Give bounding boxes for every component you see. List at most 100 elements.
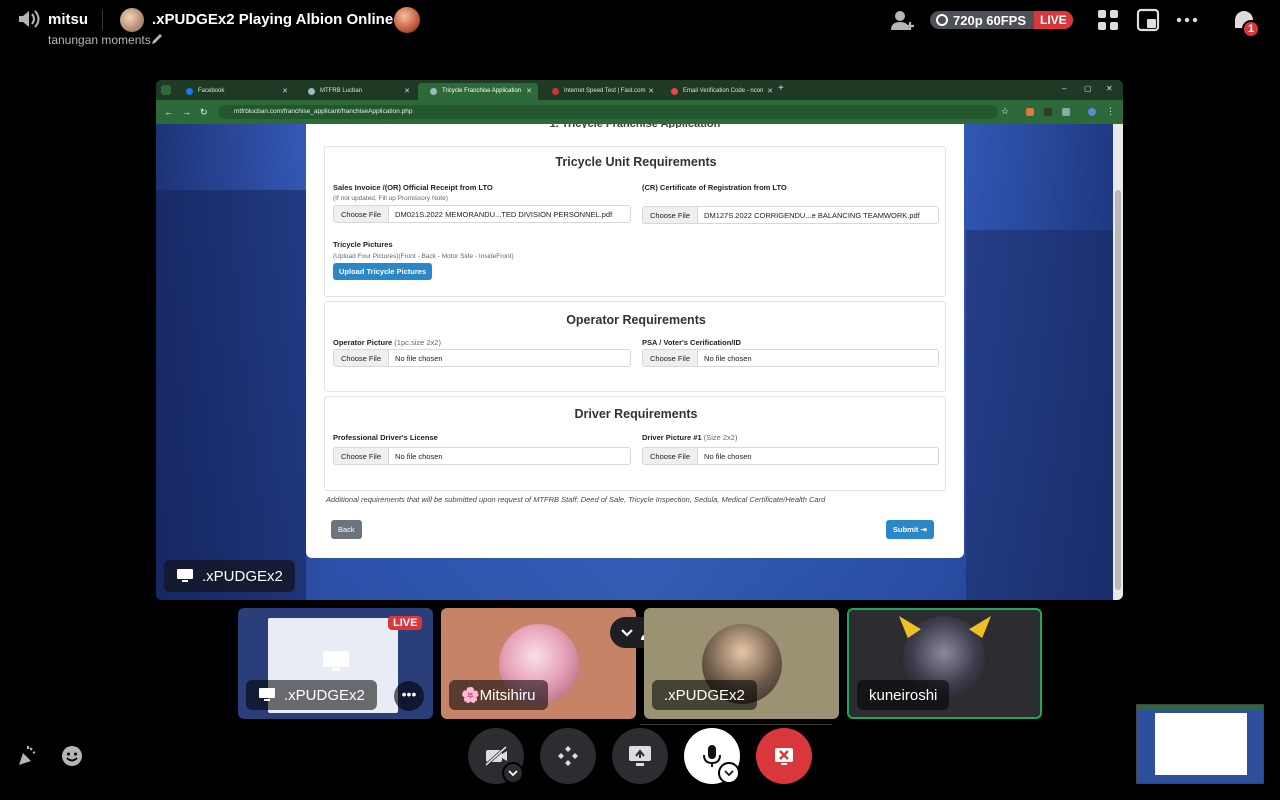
submit-label: Submit: [893, 525, 919, 534]
add-friend-icon[interactable]: [890, 8, 916, 34]
screen-share-button[interactable]: [612, 728, 668, 784]
participant-name-pill: .xPUDGEx2: [246, 680, 377, 710]
soundboard-icon[interactable]: [16, 744, 40, 768]
emoji-icon[interactable]: [60, 744, 84, 768]
minimize-icon[interactable]: –: [1062, 84, 1066, 93]
page-heading-cut: 1. Tricycle Franchise Application: [306, 124, 964, 128]
driver-requirements-card: Driver Requirements Professional Driver'…: [324, 396, 946, 491]
tab-label: Facebook: [198, 88, 225, 94]
driver-picture-label: Driver Picture #1 (Size 2x2): [642, 433, 737, 442]
back-button[interactable]: Back: [331, 520, 362, 539]
scrollbar-thumb[interactable]: [1115, 190, 1121, 590]
tab-close-icon[interactable]: ✕: [648, 87, 654, 95]
screen-icon: [259, 688, 275, 701]
mic-options-button[interactable]: [718, 762, 740, 784]
choose-file-button[interactable]: Choose File: [643, 350, 699, 366]
forward-icon[interactable]: →: [182, 107, 191, 117]
choose-file-button[interactable]: Choose File: [334, 206, 390, 222]
tricycle-pictures-label: Tricycle Pictures: [333, 240, 393, 249]
operator-requirements-card: Operator Requirements Operator Picture (…: [324, 301, 946, 392]
browser-tab[interactable]: Internet Speed Test | Fast.com ✕: [540, 83, 660, 100]
live-badge: LIVE: [1034, 11, 1073, 29]
browser-tab[interactable]: Email Verification Code - ncon ✕: [659, 83, 779, 100]
participant-tile-speaking[interactable]: kuneiroshi: [847, 608, 1042, 719]
browser-tab[interactable]: Facebook ✕: [174, 83, 294, 100]
driver-picture-file-input[interactable]: Choose File No file chosen: [642, 447, 939, 465]
popout-icon[interactable]: [1136, 8, 1160, 32]
more-icon[interactable]: [1175, 8, 1199, 32]
extensions-icon[interactable]: [1062, 108, 1070, 116]
profile-icon[interactable]: [1088, 108, 1096, 116]
minimap-page: [1155, 713, 1247, 775]
sales-invoice-file-input[interactable]: Choose File DM021S.2022 MEMORANDU...TED …: [333, 205, 631, 223]
main-stream-view[interactable]: Facebook ✕ MTFRB Lucban ✕ Tricycle Franchi…: [156, 80, 1123, 600]
camera-options-button[interactable]: [502, 762, 524, 784]
choose-file-button[interactable]: Choose File: [334, 448, 390, 464]
more-icon[interactable]: •••: [394, 681, 424, 711]
browser-menu-icon[interactable]: ⋮: [1106, 106, 1115, 117]
activity-title: .xPUDGEx2 Playing Albion Online: [152, 11, 394, 28]
file-name: DM127S.2022 CORRIGENDU...e BALANCING TEA…: [704, 210, 920, 220]
background-building-left: [156, 190, 306, 600]
browser-tab[interactable]: MTFRB Lucban ✕: [296, 83, 416, 100]
pencil-icon[interactable]: [150, 32, 164, 46]
notification-badge: 1: [1242, 20, 1260, 38]
browser-tab-active[interactable]: Tricycle Franchise Application ✕: [418, 83, 538, 100]
new-tab-icon[interactable]: +: [778, 83, 784, 94]
disconnect-icon: [775, 748, 793, 765]
psa-file-input[interactable]: Choose File No file chosen: [642, 349, 939, 367]
address-bar[interactable]: mtfrblucban.com/franchise_applicant/fran…: [218, 105, 998, 119]
choose-file-button[interactable]: Choose File: [643, 207, 699, 223]
tab-search-icon[interactable]: [161, 85, 171, 95]
operator-picture-file-input[interactable]: Choose File No file chosen: [333, 349, 631, 367]
participant-name-pill: kuneiroshi: [857, 680, 950, 710]
cr-file-input[interactable]: Choose File DM127S.2022 CORRIGENDU...e B…: [642, 206, 939, 224]
channel-name: mitsu: [48, 11, 89, 28]
label-text: Operator Picture: [333, 338, 393, 347]
file-name: No file chosen: [395, 451, 443, 461]
bookmark-star-icon[interactable]: ☆: [1001, 106, 1009, 117]
game-icon: [394, 7, 420, 33]
tab-label: MTFRB Lucban: [320, 88, 363, 94]
participant-tile[interactable]: .xPUDGEx2: [644, 608, 839, 719]
drivers-license-file-input[interactable]: Choose File No file chosen: [333, 447, 631, 465]
tab-close-icon[interactable]: ✕: [526, 87, 532, 95]
disconnect-button[interactable]: [756, 728, 812, 784]
camera-off-icon: [484, 745, 508, 767]
submit-icon: ⇥: [920, 525, 927, 534]
sales-invoice-label: Sales Invoice /(OR) Official Receipt fro…: [333, 183, 493, 192]
additional-requirements-note: Additional requirements that will be sub…: [326, 495, 826, 504]
chevron-down-icon: [724, 770, 734, 777]
tricycle-requirements-card: Tricycle Unit Requirements Sales Invoice…: [324, 146, 946, 297]
form-page: 1. Tricycle Franchise Application Tricyc…: [306, 124, 964, 558]
activities-button[interactable]: [540, 728, 596, 784]
participant-tile[interactable]: 🌸Mitsihiru: [441, 608, 636, 719]
participant-tile[interactable]: LIVE .xPUDGEx2 •••: [238, 608, 433, 719]
sales-invoice-note: (If not updated, Fill up Promissory Note…: [333, 195, 448, 202]
submit-button[interactable]: Submit ⇥: [886, 520, 934, 539]
tab-close-icon[interactable]: ✕: [767, 87, 773, 95]
tab-close-icon[interactable]: ✕: [282, 87, 288, 95]
tab-label: Internet Speed Test | Fast.com: [564, 88, 646, 94]
stream-quality-pill[interactable]: 720p 60FPS LIVE: [930, 11, 1073, 29]
label-note: (1pc.size 2x2): [394, 338, 441, 347]
close-window-icon[interactable]: ✕: [1106, 84, 1113, 93]
activity-user-avatar[interactable]: [120, 8, 144, 32]
extension-icon[interactable]: [1026, 108, 1034, 116]
top-bar: mitsu .xPUDGEx2 Playing Albion Online ta…: [0, 0, 1280, 56]
upload-tricycle-pictures-button[interactable]: Upload Tricycle Pictures: [333, 263, 433, 280]
maximize-icon[interactable]: ▢: [1084, 84, 1092, 93]
stream-owner-label: .xPUDGEx2: [164, 560, 295, 592]
card-title: Operator Requirements: [566, 313, 706, 327]
extension-icon[interactable]: [1044, 108, 1052, 116]
grid-icon[interactable]: [1096, 8, 1120, 32]
screen-share-icon: [629, 746, 651, 766]
choose-file-button[interactable]: Choose File: [643, 448, 699, 464]
stream-minimap[interactable]: [1136, 704, 1264, 784]
reload-icon[interactable]: ↻: [200, 107, 208, 118]
tab-close-icon[interactable]: ✕: [404, 87, 410, 95]
choose-file-button[interactable]: Choose File: [334, 350, 390, 366]
back-icon[interactable]: ←: [164, 107, 173, 117]
activities-icon: [558, 746, 578, 766]
cr-label: (CR) Certificate of Registration from LT…: [642, 183, 787, 192]
